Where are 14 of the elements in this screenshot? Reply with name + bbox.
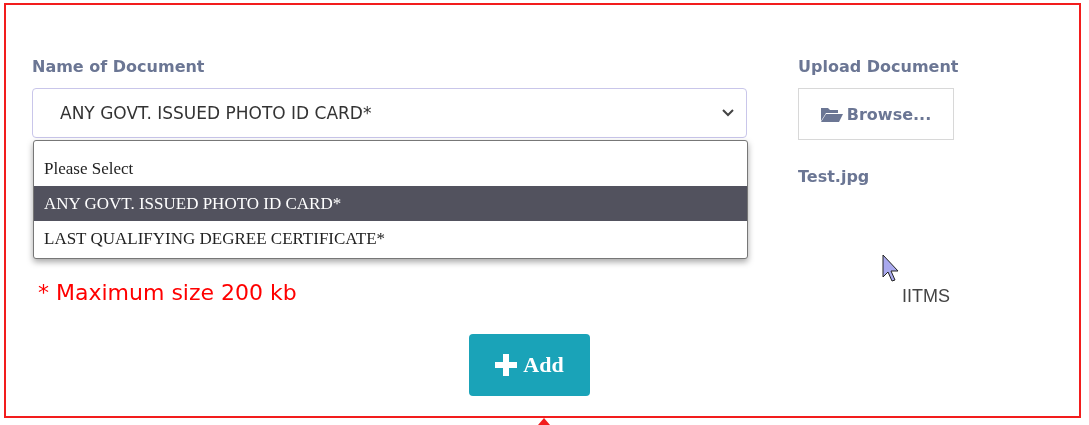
folder-icon — [820, 106, 843, 122]
hint-text: * Maximum size 200 kb — [38, 279, 298, 307]
mouse-pointer-icon — [882, 254, 902, 282]
dropdown-option[interactable]: Please Select — [34, 151, 747, 186]
plus-icon — [495, 354, 518, 376]
dropdown-option[interactable]: LAST QUALIFYING DEGREE CERTIFICATE* — [34, 221, 747, 256]
document-select[interactable]: ANY GOVT. ISSUED PHOTO ID CARD* — [32, 88, 747, 138]
dropdown-option[interactable]: ANY GOVT. ISSUED PHOTO ID CARD* — [34, 186, 747, 221]
field-label: Upload Document — [798, 57, 960, 78]
chevron-down-icon — [722, 109, 734, 117]
footer-text: IITMS — [902, 286, 951, 307]
field-label: Name of Document — [32, 57, 206, 78]
file-name: Test.jpg — [798, 167, 871, 186]
browse-button[interactable]: Browse... — [798, 88, 954, 140]
